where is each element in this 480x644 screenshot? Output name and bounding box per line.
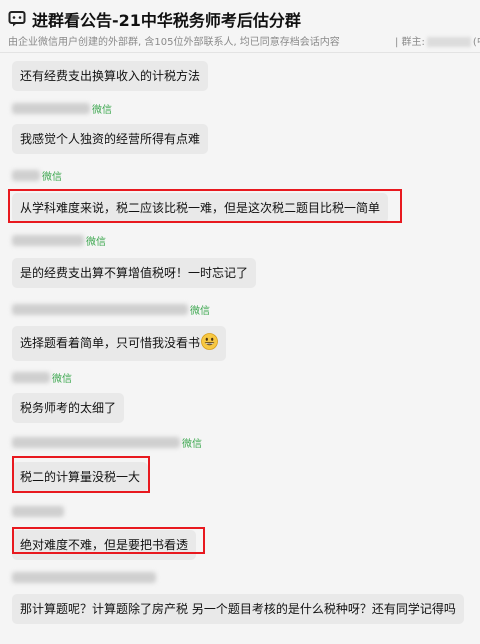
message-bubble[interactable]: 还有经费支出换算收入的计税方法 [12,61,209,91]
message-item: 选择题看着简单，只可惜我没看书 [12,326,227,361]
sender-name: 微信 [12,370,72,385]
sender-name: 微信 [12,168,62,183]
message-bubble[interactable]: 选择题看着简单，只可惜我没看书 [12,326,227,361]
message-item: 税务师考的太细了 [12,393,125,423]
group-subtitle: 由企业微信用户创建的外部群, 含105位外部联系人, 均已同意存档会话内容 [8,37,340,48]
sender-name-redacted [12,234,84,246]
message-item: 我感觉个人独资的经营所得有点难 [12,124,209,154]
highlight-box [12,456,150,493]
message-item: 那计算题呢？计算题除了房产税 另一个题目考核的是什么税种呀？还有同学记得吗 [12,594,464,624]
highlight-box [12,527,205,554]
sender-name-redacted [12,102,90,114]
sender-name-redacted [12,303,188,315]
message-item: 是的经费支出算不算增值税呀！一时忘记了 [12,258,257,288]
sender-name-redacted [12,371,50,383]
wechat-tag: 微信 [92,104,112,116]
owner-label: | 群主: [395,37,425,48]
sender-name: 微信 [12,435,202,450]
message-bubble[interactable]: 是的经费支出算不算增值税呀！一时忘记了 [12,258,257,288]
header-divider [0,52,480,53]
wechat-tag: 微信 [86,236,106,248]
grinning-face-icon [201,333,218,354]
sender-name-redacted [12,571,156,583]
message-item: 还有经费支出换算收入的计税方法 [12,61,209,91]
wechat-tag: 微信 [42,171,62,183]
group-chat-icon [8,10,28,28]
owner-suffix: (中 [472,37,480,48]
sender-name-redacted [12,505,64,517]
wechat-tag: 微信 [52,373,72,385]
sender-name [12,570,156,584]
chat-header: 进群看公告-21中华税务师考后估分群 由企业微信用户创建的外部群, 含105位外… [0,0,480,52]
message-text: 选择题看着简单，只可惜我没看书 [20,336,201,350]
wechat-tag: 微信 [182,438,202,450]
message-bubble[interactable]: 我感觉个人独资的经营所得有点难 [12,124,209,154]
sender-name: 微信 [12,101,112,116]
sender-name [12,504,64,518]
group-owner: | 群主: (中 [395,33,480,48]
sender-name: 微信 [12,233,106,248]
sender-name: 微信 [12,302,210,317]
sender-name-redacted [12,436,180,448]
message-bubble[interactable]: 税务师考的太细了 [12,393,125,423]
wechat-tag: 微信 [190,305,210,317]
sender-name-redacted [12,169,40,181]
page-title: 进群看公告-21中华税务师考后估分群 [32,11,301,30]
owner-name-redacted [426,37,471,47]
message-bubble[interactable]: 那计算题呢？计算题除了房产税 另一个题目考核的是什么税种呀？还有同学记得吗 [12,594,464,624]
title-row: 进群看公告-21中华税务师考后估分群 [8,7,301,31]
highlight-box [8,189,402,223]
